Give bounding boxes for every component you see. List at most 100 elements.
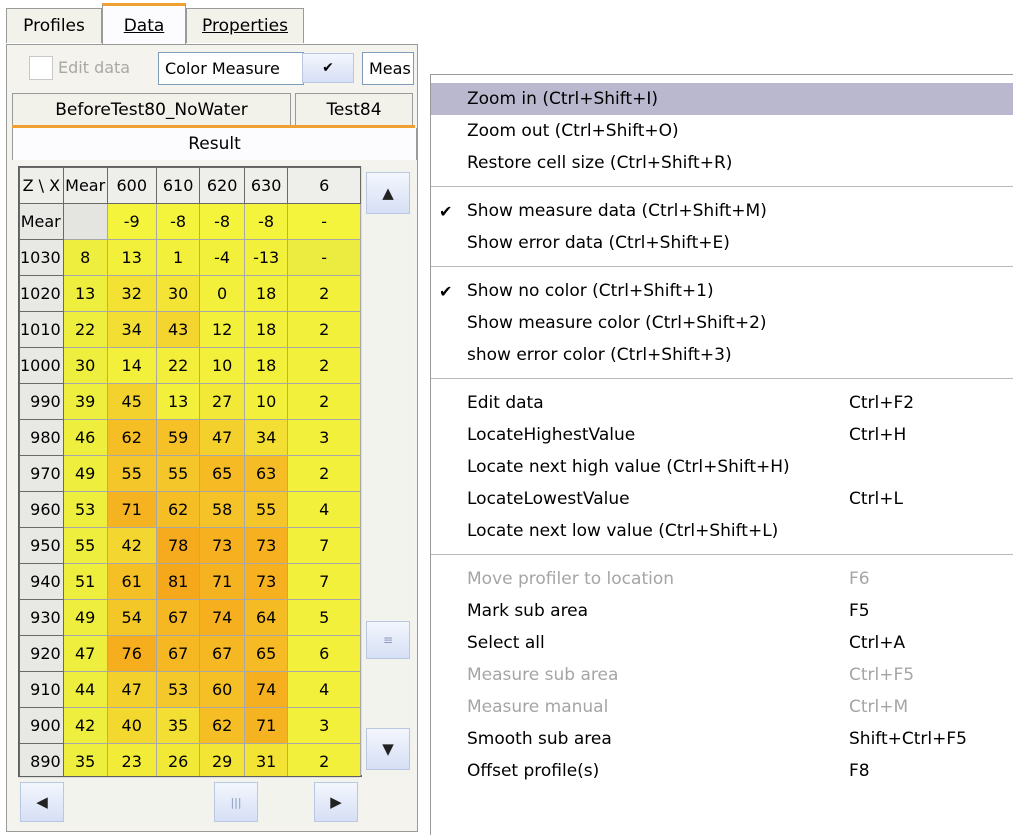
grid-cell[interactable]: 18: [243, 311, 289, 348]
column-header[interactable]: 630: [243, 167, 289, 204]
grid-cell[interactable]: 49: [62, 599, 108, 636]
menu-item[interactable]: show error color (Ctrl+Shift+3): [431, 339, 1013, 371]
grid-cell[interactable]: 61: [106, 563, 157, 600]
menu-item[interactable]: LocateHighestValue Ctrl+H: [431, 419, 1013, 451]
row-header[interactable]: 980: [19, 419, 64, 456]
row-header[interactable]: 890: [19, 743, 64, 776]
row-header[interactable]: 910: [19, 671, 64, 708]
grid-cell[interactable]: 13: [106, 239, 157, 276]
scroll-right-button[interactable]: ▶: [314, 782, 358, 822]
scroll-up-button[interactable]: ▲: [366, 172, 410, 214]
grid-cell[interactable]: 47: [199, 419, 245, 456]
subtab-beforetest80[interactable]: BeforeTest80_NoWater: [12, 93, 291, 127]
grid-cell[interactable]: 34: [106, 311, 157, 348]
grid-cell[interactable]: 22: [155, 347, 201, 384]
grid-cell[interactable]: 26: [155, 743, 201, 776]
scroll-left-button[interactable]: ◀: [20, 782, 64, 822]
row-header[interactable]: 920: [19, 635, 64, 672]
menu-item[interactable]: ✔ Show measure data (Ctrl+Shift+M): [431, 195, 1013, 227]
grid-cell[interactable]: 31: [243, 743, 289, 776]
grid-cell[interactable]: 73: [199, 527, 245, 564]
grid-cell[interactable]: 32: [106, 275, 157, 312]
grid-cell[interactable]: 53: [155, 671, 201, 708]
row-header[interactable]: 1020: [19, 275, 64, 312]
menu-item[interactable]: Smooth sub area Shift+Ctrl+F5: [431, 723, 1013, 755]
grid-cell[interactable]: 60: [199, 671, 245, 708]
row-header[interactable]: 1010: [19, 311, 64, 348]
grid-cell[interactable]: -: [287, 203, 361, 240]
grid-cell[interactable]: 22: [62, 311, 108, 348]
horizontal-scroll-thumb[interactable]: |||: [214, 782, 258, 822]
grid-cell[interactable]: 30: [155, 275, 201, 312]
grid-cell[interactable]: 13: [155, 383, 201, 420]
grid-cell[interactable]: 62: [106, 419, 157, 456]
row-header[interactable]: 960: [19, 491, 64, 528]
grid-cell[interactable]: 78: [155, 527, 201, 564]
grid-cell[interactable]: 12: [199, 311, 245, 348]
grid-cell[interactable]: 71: [199, 563, 245, 600]
grid-cell[interactable]: 3: [287, 419, 361, 456]
grid-cell[interactable]: 40: [106, 707, 157, 744]
grid-cell[interactable]: 10: [243, 383, 289, 420]
grid-cell[interactable]: 5: [287, 599, 361, 636]
grid-cell[interactable]: 71: [243, 707, 289, 744]
grid-cell[interactable]: 34: [243, 419, 289, 456]
menu-item[interactable]: Select all Ctrl+A: [431, 627, 1013, 659]
tab-profiles[interactable]: Profiles: [6, 8, 102, 43]
menu-item[interactable]: Show error data (Ctrl+Shift+E): [431, 227, 1013, 259]
grid-cell[interactable]: 73: [243, 563, 289, 600]
menu-item[interactable]: Offset profile(s) F8: [431, 755, 1013, 787]
row-header[interactable]: 950: [19, 527, 64, 564]
data-grid[interactable]: Z \ X Mear 600 610 620 630 6 Mear -9 -8 -8 -8-1030 8…: [18, 166, 362, 777]
grid-cell[interactable]: 71: [106, 491, 157, 528]
menu-item[interactable]: Mark sub area F5: [431, 595, 1013, 627]
grid-cell[interactable]: 76: [106, 635, 157, 672]
grid-cell[interactable]: -4: [199, 239, 245, 276]
grid-cell[interactable]: 55: [62, 527, 108, 564]
grid-cell[interactable]: 47: [62, 635, 108, 672]
grid-cell[interactable]: 30: [62, 347, 108, 384]
grid-cell[interactable]: 8: [62, 239, 108, 276]
grid-cell[interactable]: 59: [155, 419, 201, 456]
grid-cell[interactable]: 73: [243, 527, 289, 564]
grid-cell[interactable]: 29: [199, 743, 245, 776]
column-header[interactable]: Z \ X: [19, 167, 64, 204]
column-header[interactable]: 6: [287, 167, 361, 204]
grid-cell[interactable]: 43: [155, 311, 201, 348]
row-header[interactable]: Mear: [19, 203, 64, 240]
grid-cell[interactable]: -9: [106, 203, 157, 240]
grid-cell[interactable]: 53: [62, 491, 108, 528]
grid-cell[interactable]: 3: [287, 707, 361, 744]
grid-cell[interactable]: 67: [155, 635, 201, 672]
second-select[interactable]: Meas: [362, 52, 414, 85]
edit-data-checkbox[interactable]: [29, 56, 53, 80]
grid-cell[interactable]: 7: [287, 563, 361, 600]
grid-cell[interactable]: [62, 203, 108, 240]
menu-item[interactable]: Zoom in (Ctrl+Shift+I): [431, 83, 1013, 115]
row-header[interactable]: 930: [19, 599, 64, 636]
grid-cell[interactable]: -8: [243, 203, 289, 240]
menu-item[interactable]: Locate next low value (Ctrl+Shift+L): [431, 515, 1013, 547]
subtab-test84[interactable]: Test84: [295, 93, 413, 127]
grid-cell[interactable]: 47: [106, 671, 157, 708]
grid-cell[interactable]: 63: [243, 455, 289, 492]
menu-item[interactable]: Move profiler to location F6: [431, 563, 1013, 595]
grid-cell[interactable]: 65: [243, 635, 289, 672]
grid-cell[interactable]: 54: [106, 599, 157, 636]
grid-cell[interactable]: 23: [106, 743, 157, 776]
grid-cell[interactable]: 27: [199, 383, 245, 420]
grid-cell[interactable]: 2: [287, 743, 361, 776]
grid-cell[interactable]: 2: [287, 455, 361, 492]
grid-cell[interactable]: 42: [106, 527, 157, 564]
grid-cell[interactable]: 58: [199, 491, 245, 528]
grid-cell[interactable]: 35: [62, 743, 108, 776]
grid-cell[interactable]: 18: [243, 347, 289, 384]
grid-cell[interactable]: 44: [62, 671, 108, 708]
menu-item[interactable]: Edit data Ctrl+F2: [431, 387, 1013, 419]
grid-cell[interactable]: 62: [155, 491, 201, 528]
display-mode-select[interactable]: Color Measure: [158, 52, 304, 85]
grid-cell[interactable]: 67: [155, 599, 201, 636]
scroll-down-button[interactable]: ▼: [366, 728, 410, 770]
row-header[interactable]: 1000: [19, 347, 64, 384]
row-header[interactable]: 1030: [19, 239, 64, 276]
